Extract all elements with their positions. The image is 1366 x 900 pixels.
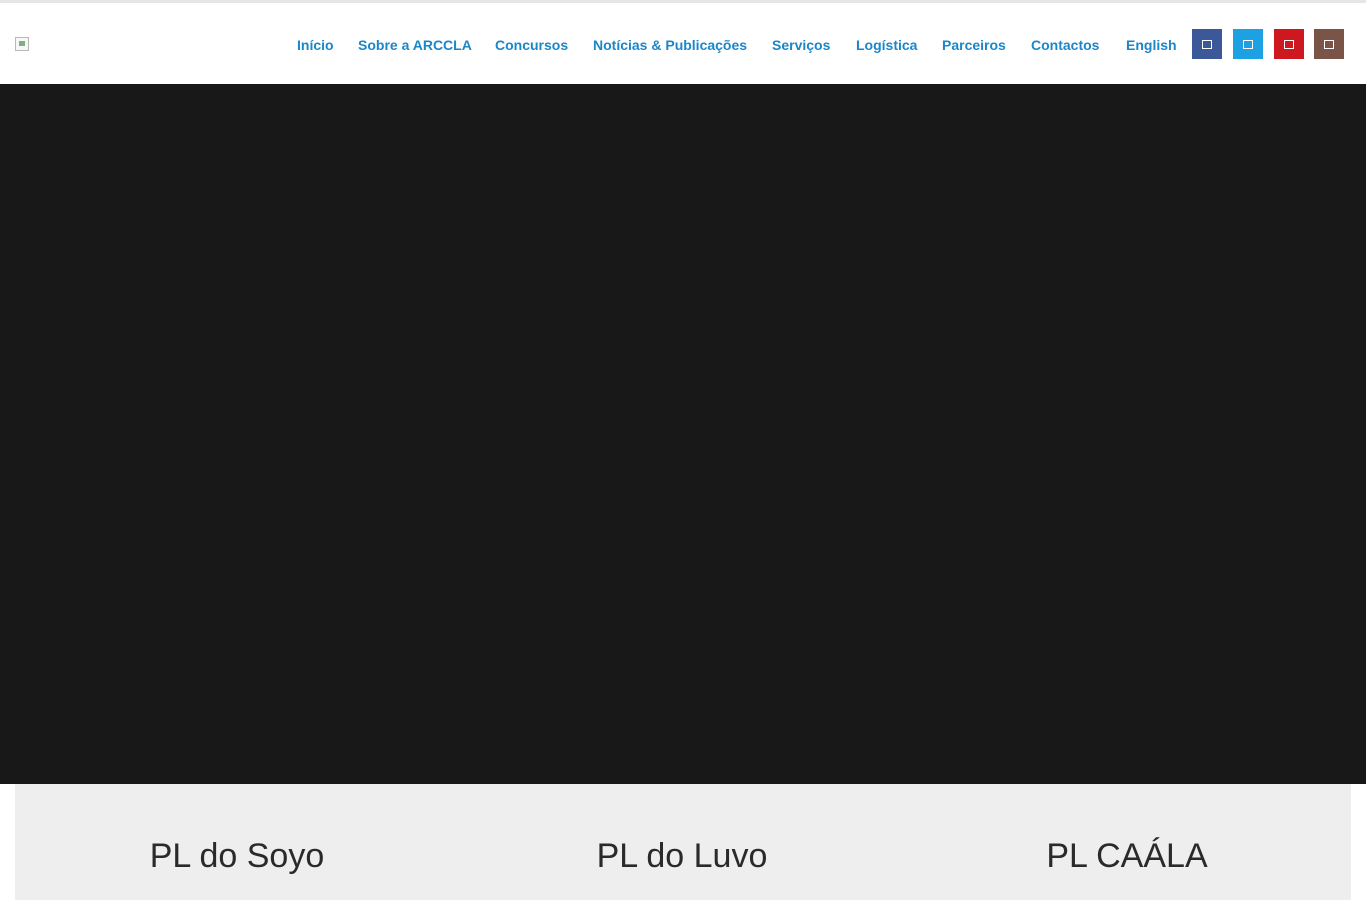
instagram-icon[interactable]	[1314, 29, 1344, 59]
instagram-glyph-icon	[1324, 39, 1334, 49]
main-nav: Início Sobre a ARCCLA Concursos Notícias…	[0, 3, 1366, 84]
card-title-luvo[interactable]: PL do Luvo	[572, 834, 792, 878]
youtube-icon[interactable]	[1274, 29, 1304, 59]
nav-item-inicio[interactable]: Início	[297, 35, 334, 55]
nav-item-logistica[interactable]: Logística	[856, 35, 917, 55]
nav-item-noticias[interactable]: Notícias & Publicações	[593, 35, 747, 55]
nav-item-contactos[interactable]: Contactos	[1031, 35, 1099, 55]
nav-item-concursos[interactable]: Concursos	[495, 35, 568, 55]
facebook-glyph-icon	[1202, 39, 1212, 49]
twitter-glyph-icon	[1243, 39, 1253, 49]
nav-item-servicos[interactable]: Serviços	[772, 35, 830, 55]
nav-item-english[interactable]: English	[1126, 35, 1177, 55]
location-cards: PL do Soyo PL do Luvo PL CAÁLA	[15, 784, 1351, 900]
nav-item-parceiros[interactable]: Parceiros	[942, 35, 1006, 55]
hero-banner	[0, 84, 1366, 784]
youtube-glyph-icon	[1284, 39, 1294, 49]
twitter-icon[interactable]	[1233, 29, 1263, 59]
card-title-caala[interactable]: PL CAÁLA	[1017, 834, 1237, 878]
facebook-icon[interactable]	[1192, 29, 1222, 59]
card-title-soyo[interactable]: PL do Soyo	[127, 834, 347, 878]
site-header: Início Sobre a ARCCLA Concursos Notícias…	[0, 3, 1366, 84]
nav-item-sobre[interactable]: Sobre a ARCCLA	[358, 35, 472, 55]
